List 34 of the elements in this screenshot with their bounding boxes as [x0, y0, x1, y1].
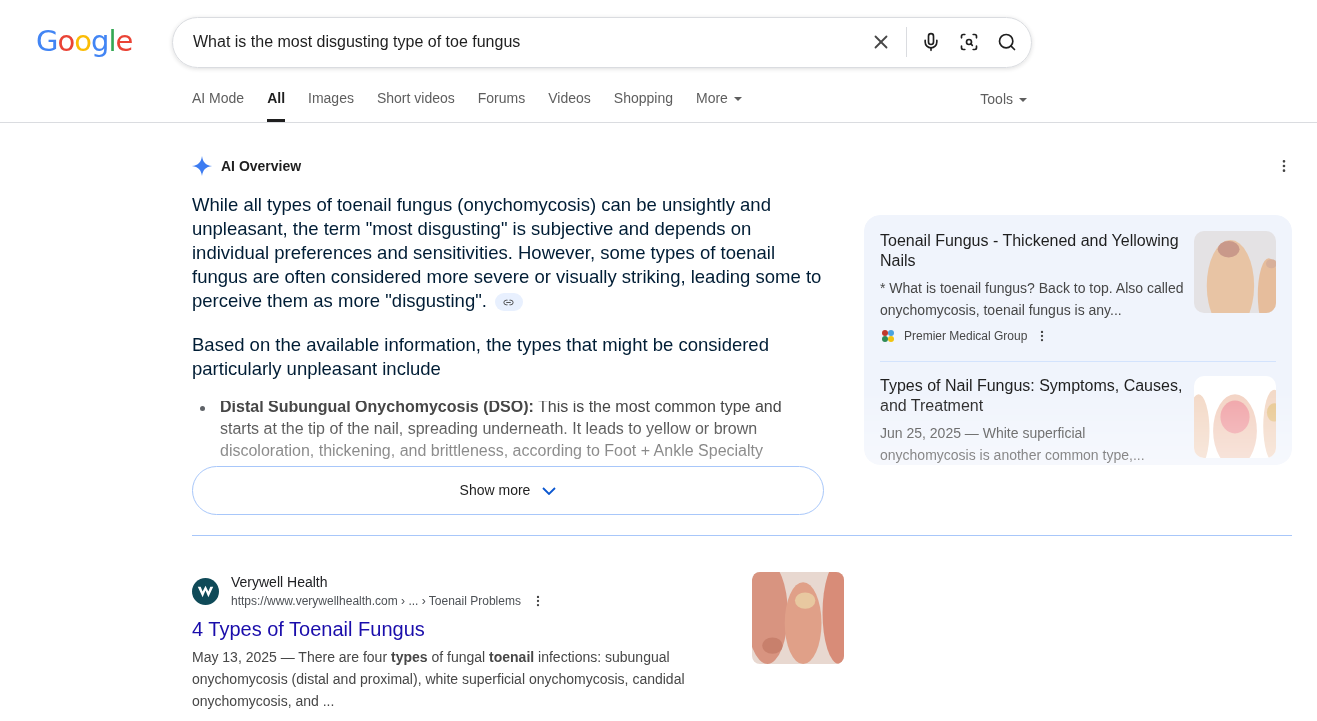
tab[interactable]: Videos [548, 88, 591, 122]
caret-icon [733, 96, 742, 101]
site-name: Verywell Health [231, 573, 329, 592]
result-title[interactable]: 4 Types of Toenail Fungus [192, 616, 752, 642]
link-chip[interactable] [494, 293, 523, 312]
search-query: What is the most disgusting type of toe fungus [193, 32, 522, 52]
camera-icon[interactable] [959, 32, 979, 52]
source-snippet: Jun 25, 2025 — White superficial onychomycosis is another common type,... [880, 424, 1146, 465]
source-snippet: * What is toenail fungus? Back to top. Also called onychomycosis, toenail fungus is any... [880, 279, 1184, 320]
caret-icon [1019, 97, 1027, 102]
pinwheel-icon [880, 328, 896, 344]
result-snippet: May 13, 2025 — There are four types of fungal toenail infections: subungual onychomycosis (distal and proximal), white superficial onychomycosis, candidal onychomycosis, and ... [192, 648, 686, 711]
tab[interactable]: Forums [477, 88, 526, 122]
tab[interactable]: Images [308, 88, 354, 122]
site-logo-icon[interactable] [192, 577, 219, 605]
overview-paragraph: While all types of toenail fungus (onychomycosis) can be unsightly and unpleasant, the term "most disgusting" is subjective and depends on individual preferences and sensitivities. However, some types of toenail fungus are often considered more severe or visually striking, leading some to perceive them as more "disgusting". [192, 193, 823, 313]
tab[interactable]: All [267, 88, 286, 122]
tab[interactable]: More [695, 88, 742, 122]
source-title[interactable]: Toenail Fungus - Thickened and Yellowing Nails [880, 231, 1184, 271]
tools-button[interactable]: Tools [980, 89, 1027, 122]
bullet-icon [200, 406, 205, 411]
tab[interactable]: Short videos [376, 88, 455, 122]
section-title: AI Overview [221, 156, 302, 176]
source-title[interactable]: Types of Nail Fungus: Symptoms, Causes, and Treatment [880, 376, 1184, 416]
site-url: https://www.verywellhealth.com › ... › Toenail Problems [231, 593, 521, 610]
tab[interactable]: Shopping [613, 88, 673, 122]
chevron-down-icon [542, 486, 557, 495]
source-site: Premier Medical Group [904, 328, 1028, 345]
logo[interactable]: Google [36, 20, 136, 64]
microphone-icon[interactable] [921, 32, 941, 52]
search-icon[interactable] [997, 32, 1017, 52]
sparkle-icon [191, 155, 213, 177]
overview-paragraph: Based on the available information, the types that might be considered particularly unpleasant include [192, 333, 770, 381]
tab[interactable]: AI Mode [192, 88, 245, 122]
